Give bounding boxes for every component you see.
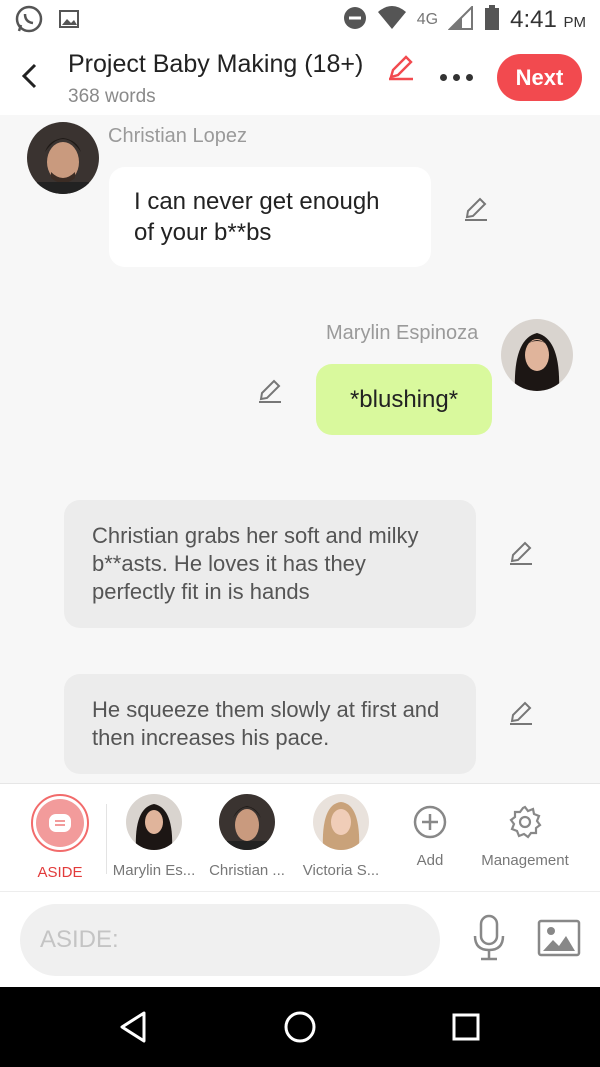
status-bar: 4G 4:41 PM: [0, 0, 600, 40]
character-label: Christian ...: [209, 862, 285, 879]
microphone-icon[interactable]: [470, 914, 508, 962]
dot: [439, 73, 447, 81]
time-ampm: PM: [563, 14, 587, 31]
aside-selector[interactable]: ASIDE: [30, 794, 90, 881]
gear-icon: [470, 794, 580, 850]
chat-area[interactable]: Christian Lopez I can never get enough o…: [0, 115, 600, 783]
message-bubble[interactable]: *blushing*: [316, 364, 492, 435]
header: Project Baby Making (18+) 368 words Next: [0, 40, 600, 115]
time-value: 4:41: [510, 6, 557, 33]
character-item-marylin[interactable]: Marylin Es...: [109, 794, 199, 879]
character-label: Marylin Es...: [112, 862, 196, 879]
narration-bubble[interactable]: Christian grabs her soft and milky b**as…: [64, 500, 476, 628]
battery-icon: [484, 4, 500, 36]
signal-icon: [447, 4, 474, 35]
dot: [452, 73, 460, 81]
character-item-victoria[interactable]: Victoria S...: [296, 794, 386, 879]
add-character-button[interactable]: Add: [385, 794, 475, 869]
system-nav-bar: [0, 987, 600, 1067]
character-label: Victoria S...: [302, 862, 380, 879]
next-button[interactable]: Next: [497, 54, 582, 101]
edit-icon[interactable]: [462, 195, 490, 223]
word-count: 368 words: [68, 86, 156, 107]
sender-name: Marylin Espinoza: [326, 322, 479, 344]
avatar: [219, 794, 275, 850]
message-bubble[interactable]: I can never get enough of your b**bs: [109, 167, 431, 267]
chevron-left-icon: [21, 63, 37, 89]
avatar: [313, 794, 369, 850]
avatar-christian[interactable]: [27, 122, 99, 194]
management-button[interactable]: Management: [470, 794, 580, 869]
aside-input[interactable]: [20, 904, 440, 976]
management-label: Management: [481, 852, 569, 869]
add-label: Add: [416, 852, 444, 869]
status-time: 4:41 PM: [510, 6, 586, 34]
page-title: Project Baby Making (18+): [68, 50, 364, 78]
back-button[interactable]: [14, 58, 44, 94]
recents-square-icon[interactable]: [448, 1009, 484, 1045]
dot: [465, 73, 473, 81]
divider: [106, 804, 107, 874]
avatar-marylin[interactable]: [501, 319, 573, 391]
aside-icon: [36, 799, 84, 847]
more-options-button[interactable]: [434, 62, 478, 92]
aside-label: ASIDE: [37, 864, 83, 881]
edit-icon[interactable]: [507, 539, 535, 567]
edit-icon[interactable]: [256, 377, 284, 405]
aside-ring: [31, 794, 89, 852]
sender-name: Christian Lopez: [108, 125, 247, 147]
wifi-icon: [377, 5, 407, 35]
image-icon[interactable]: [537, 918, 581, 958]
plus-circle-icon: [402, 794, 458, 850]
narration-bubble[interactable]: He squeeze them slowly at first and then…: [64, 674, 476, 774]
edit-icon[interactable]: [507, 699, 535, 727]
character-bar: ASIDE Marylin Es... Christian ... Victor…: [0, 783, 600, 891]
home-circle-icon[interactable]: [282, 1009, 318, 1045]
image-notification-icon: [58, 8, 80, 35]
character-item-christian[interactable]: Christian ...: [202, 794, 292, 879]
avatar: [126, 794, 182, 850]
network-type: 4G: [416, 11, 439, 28]
edit-title-icon[interactable]: [386, 52, 416, 87]
whatsapp-icon: [14, 4, 44, 39]
do-not-disturb-icon: [343, 6, 367, 35]
back-triangle-icon[interactable]: [116, 1009, 152, 1045]
input-row: [0, 891, 600, 987]
